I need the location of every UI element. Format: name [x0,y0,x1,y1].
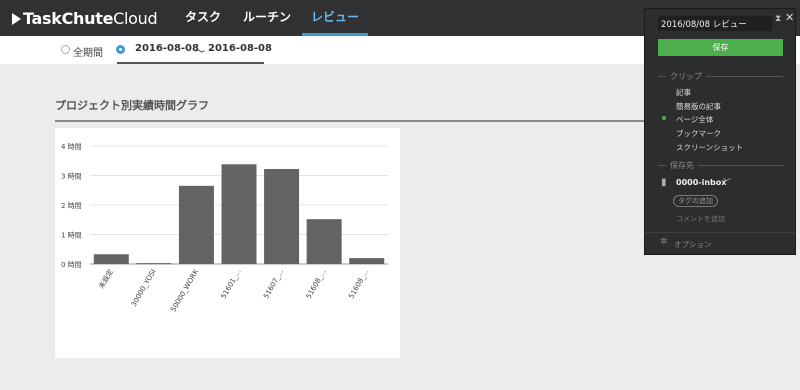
chart-bar [349,258,385,264]
pin-icon[interactable]: ⧗ [775,14,781,24]
save-button[interactable]: 保存 [658,39,783,56]
y-tick-label: 4 時間 [61,143,82,151]
web-clipper-popup: ⧗ ✕ 保存 クリップ 記事 簡易版の記事 ページ全体 ブックマーク スクリーン… [644,8,796,255]
all-period-radio[interactable] [61,45,70,54]
note-title-input[interactable] [658,16,772,31]
clip-option-bookmark[interactable]: ブックマーク [676,128,721,139]
gear-icon[interactable]: ✲ [660,237,668,247]
logo-triangle-icon [12,12,21,25]
x-tick-label: 51601_... [220,268,243,300]
chart-bar [93,254,129,264]
clip-section-heading: クリップ [658,71,783,82]
add-tag-button[interactable]: タグの追加 [673,195,718,207]
y-tick-label: 3 時間 [61,173,82,181]
chart-bar [221,164,257,264]
bar-chart-svg: 0 時間 1 時間 2 時間 3 時間 4 時間未設定 30000_YOSI 50000_W… [61,143,388,314]
clip-option-full-page[interactable]: ページ全体 [676,114,713,125]
date-range-selector[interactable]: 2016-08-08 〜 2016-08-08 [117,36,272,64]
notebook-selector[interactable]: 0000-inbox [676,178,726,187]
section-title: プロジェクト別実績時間グラフ [55,99,209,112]
project-time-chart: 0 時間 1 時間 2 時間 3 時間 4 時間未設定 30000_YOSI 50000_W… [55,128,400,358]
chart-bar [264,169,300,264]
y-tick-label: 1 時間 [61,232,82,240]
selected-indicator-dot [662,116,666,120]
chart-bar [306,219,342,264]
y-tick-label: 2 時間 [61,202,82,210]
logo-text-bold: TaskChute [23,9,114,28]
nav-tab-routines[interactable]: ルーチン [236,0,298,36]
options-link[interactable]: オプション [674,239,712,250]
clip-option-simplified-article[interactable]: 簡易版の記事 [676,101,721,112]
all-period-label[interactable]: 全期間 [73,44,103,59]
x-tick-label: 30000_YOSI [130,268,158,308]
section-divider [55,120,645,122]
popup-divider [645,232,795,233]
app-logo[interactable]: TaskChute Cloud [12,9,158,28]
y-tick-label: 0 時間 [61,261,82,269]
start-date: 2016-08-08 [135,43,199,54]
date-separator: 〜 [195,47,205,58]
nav-tab-tasks[interactable]: タスク [178,0,228,36]
x-tick-label: 未設定 [97,268,115,291]
notebook-icon: ▮ [661,177,667,188]
end-date: 2016-08-08 [208,43,272,54]
clip-option-screenshot[interactable]: スクリーンショット [676,142,743,153]
chevron-down-icon[interactable]: ﹀ [723,177,731,188]
clip-option-article[interactable]: 記事 [676,87,691,98]
x-tick-label: 51608_... [347,268,370,300]
add-comment-link[interactable]: コメントを追加 [676,214,725,224]
logo-text-light: Cloud [113,9,158,28]
destination-section-heading: 保存先 [658,160,783,171]
nav-tab-review[interactable]: レビュー [302,0,368,36]
x-tick-label: 51607_... [262,268,285,300]
x-tick-label: 50000_WORK [169,268,200,314]
x-tick-label: 51608_... [305,268,328,300]
close-icon[interactable]: ✕ [785,11,794,24]
chart-bar [136,263,172,265]
chart-bar [178,185,214,264]
